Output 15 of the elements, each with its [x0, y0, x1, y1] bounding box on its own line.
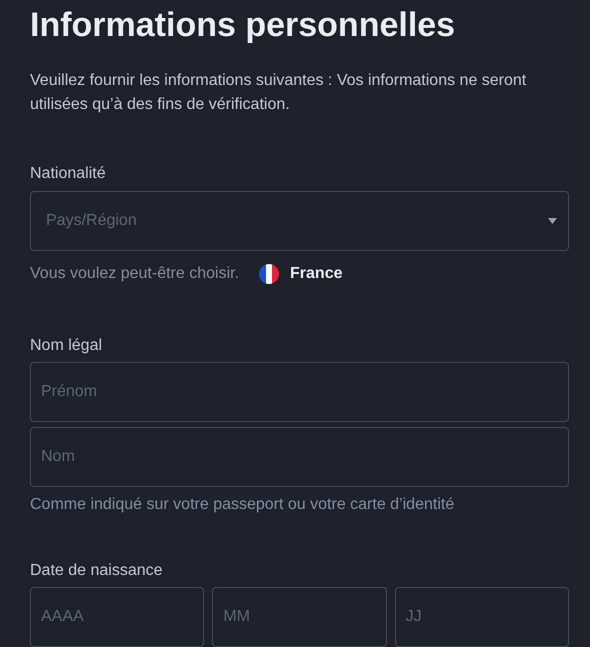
suggestion-text: Vous voulez peut-être choisir. [30, 265, 240, 283]
date-input[interactable]: MM [212, 587, 387, 647]
page-title: Informations personnelles [30, 5, 456, 45]
field-label: Date de naissance [30, 561, 163, 581]
hint-text: Comme indiqué sur votre passeport ou votre carte d’identité [30, 495, 454, 515]
description: Veuillez fournir les informations suivantes : Vos informations ne seront utilisées qu’à des fins de vérification. [30, 71, 528, 115]
field-label: Nom légal [30, 336, 102, 356]
name-input[interactable]: Nom [30, 427, 569, 487]
field-label: Nationalité [30, 164, 106, 184]
date-input[interactable]: AAAA [30, 587, 204, 647]
date-input[interactable]: JJ [394, 587, 569, 647]
flag-icon[interactable] [259, 264, 280, 284]
name-input[interactable]: Prénom [30, 362, 569, 422]
caret-icon [548, 218, 557, 224]
country-suggestion-link[interactable]: France [290, 265, 342, 283]
